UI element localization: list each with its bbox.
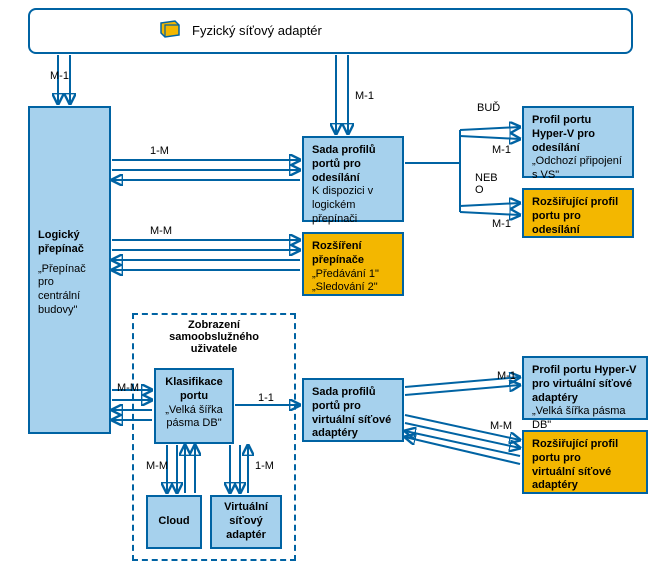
- uplink-profile-set-title: Sada profilů portů pro odesílání: [312, 144, 394, 185]
- extension-vnic-profile-box: Rozšiřující profil portu pro virtuální s…: [522, 430, 648, 494]
- hyperv-vnic-profile-sub: „Velká šířka pásma DB": [532, 405, 638, 433]
- edge-label-m1-left: M-1: [50, 70, 69, 82]
- edge-label-1m: 1-M: [150, 145, 169, 157]
- hyperv-vnic-profile-box: Profil portu Hyper-V pro virtuální síťov…: [522, 356, 648, 420]
- port-classification-title: Klasifikace portu: [164, 376, 224, 404]
- hyperv-uplink-profile-sub: „Odchozí připojení s VS": [532, 155, 624, 183]
- virtual-nic-box: Virtuální síťový adaptér: [210, 495, 282, 549]
- edge-label-m1-bot: M-1: [492, 218, 511, 230]
- edge-label-bud: BUĎ: [477, 102, 500, 114]
- cloud-title: Cloud: [158, 515, 189, 529]
- virtual-nic-title: Virtuální síťový adaptér: [224, 501, 268, 542]
- edge-label-mm-2: M-M: [117, 382, 139, 394]
- hyperv-uplink-profile-box: Profil portu Hyper-V pro odesílání „Odch…: [522, 106, 634, 178]
- edge-label-nebo: NEB O: [475, 172, 498, 196]
- edge-label-mm-4: M-M: [490, 420, 512, 432]
- uplink-profile-set-sub: K dispozici v logickém přepínači: [312, 185, 394, 226]
- logical-switch-sub: „Přepínač pro centrální budovy": [38, 263, 101, 318]
- extension-uplink-profile-title: Rozšiřující profil portu pro odesílání: [532, 196, 624, 237]
- uplink-profile-set-box: Sada profilů portů pro odesílání K dispo…: [302, 136, 404, 222]
- port-classification-sub: „Velká šířka pásma DB": [164, 404, 224, 432]
- extension-uplink-profile-box: Rozšiřující profil portu pro odesílání: [522, 188, 634, 238]
- selfservice-view-label: Zobrazení samoobslužného uživatele: [134, 319, 294, 355]
- vnic-profile-set-box: Sada profilů portů pro virtuální síťové …: [302, 378, 404, 442]
- physical-adapter-label: Fyzický síťový adaptér: [192, 23, 322, 39]
- hyperv-vnic-profile-title: Profil portu Hyper-V pro virtuální síťov…: [532, 364, 638, 405]
- physical-adapter-box: Fyzický síťový adaptér: [28, 8, 633, 54]
- switch-extension-sub: „Předávání 1" „Sledování 2": [312, 268, 394, 296]
- logical-switch-title: Logický přepínač: [38, 229, 101, 257]
- edge-label-m1-mid: M-1: [355, 90, 374, 102]
- edge-label-mm-1: M-M: [150, 225, 172, 237]
- network-adapter-icon: [158, 19, 182, 44]
- cloud-box: Cloud: [146, 495, 202, 549]
- hyperv-uplink-profile-title: Profil portu Hyper-V pro odesílání: [532, 114, 624, 155]
- logical-switch-box: Logický přepínač „Přepínač pro centrální…: [28, 106, 111, 434]
- extension-vnic-profile-title: Rozšiřující profil portu pro virtuální s…: [532, 438, 638, 493]
- port-classification-box: Klasifikace portu „Velká šířka pásma DB": [154, 368, 234, 444]
- vnic-profile-set-title: Sada profilů portů pro virtuální síťové …: [312, 386, 394, 441]
- edge-label-1m-2: 1-M: [255, 460, 274, 472]
- edge-label-m1-v: M-1: [497, 370, 516, 382]
- edge-label-1-1: 1-1: [258, 392, 274, 404]
- edge-label-mm-3: M-M: [146, 460, 168, 472]
- edge-label-m1-top: M-1: [492, 144, 511, 156]
- switch-extension-box: Rozšíření přepínače „Předávání 1" „Sledo…: [302, 232, 404, 296]
- switch-extension-title: Rozšíření přepínače: [312, 240, 394, 268]
